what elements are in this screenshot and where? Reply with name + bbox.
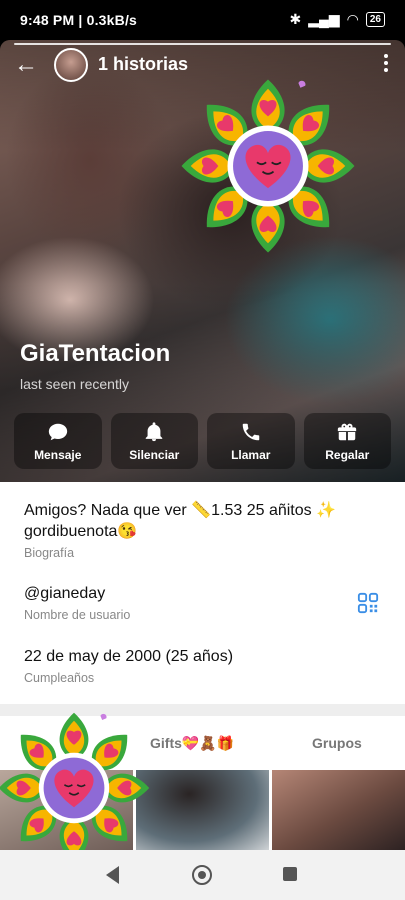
nav-home-icon[interactable] [192,865,212,885]
gift-icon [338,423,357,440]
story-progress-bar [14,43,391,45]
system-navigation-bar [0,850,405,900]
username-row[interactable]: @gianeday Nombre de usuario [24,583,374,622]
media-thumbnail[interactable] [272,770,405,850]
mute-button[interactable]: Silenciar [110,413,198,469]
stories-count[interactable]: 1 historias [98,54,188,75]
action-buttons: Mensaje Silenciar Llamar Regalar [14,413,391,469]
story-avatar[interactable] [54,48,88,82]
birthday-label: Cumpleaños [24,671,95,685]
gift-button[interactable]: Regalar [303,413,391,469]
status-time: 9:48 PM | 0.3kB/s [20,12,138,28]
nav-back-icon[interactable] [106,866,119,884]
message-label: Mensaje [34,447,82,462]
username-text: @gianeday [24,585,106,602]
bio-label: Biografía [24,546,75,560]
battery-indicator: 26 [365,12,385,27]
tab-groups[interactable]: Grupos [312,735,362,751]
nav-recents-icon[interactable] [283,867,297,881]
bio-row[interactable]: Amigos? Nada que ver 📏1.53 25 añitos ✨ g… [24,500,374,560]
status-icons: ✱ ▂▄▆ ◠ 26 [289,11,385,28]
bluetooth-icon: ✱ [289,11,302,27]
signal-icon: ▂▄▆ [308,11,340,27]
profile-cover-photo[interactable]: ← 1 historias GiaTentacion last seen rec… [0,40,405,482]
tab-gifts[interactable]: Gifts💝🧸🎁 [150,735,234,752]
birthday-text: 22 de may de 2000 (25 años) [24,648,234,665]
bell-icon [146,421,163,441]
phone-icon [242,423,259,440]
media-thumbnail[interactable] [136,770,269,850]
profile-info-section: Amigos? Nada que ver 📏1.53 25 añitos ✨ g… [0,482,405,704]
mute-label: Silenciar [129,447,180,462]
heart-mandala-sticker [178,76,358,256]
last-seen-status: last seen recently [20,376,129,392]
status-bar: 9:48 PM | 0.3kB/s ✱ ▂▄▆ ◠ 26 [0,0,405,40]
profile-name: GiaTentacion [20,340,171,367]
wifi-icon: ◠ [346,11,359,27]
qr-code-icon[interactable] [357,592,379,614]
gift-label: Regalar [325,447,370,462]
username-label: Nombre de usuario [24,608,131,622]
message-icon [48,423,67,440]
call-button[interactable]: Llamar [207,413,295,469]
message-button[interactable]: Mensaje [14,413,102,469]
call-label: Llamar [231,447,271,462]
birthday-row[interactable]: 22 de may de 2000 (25 años) Cumpleaños [24,646,374,685]
heart-mandala-sticker-bottom [0,710,152,866]
bio-text: Amigos? Nada que ver 📏1.53 25 añitos ✨ g… [24,502,337,540]
back-arrow-icon[interactable]: ← [14,52,42,80]
more-options-icon[interactable] [381,54,391,76]
